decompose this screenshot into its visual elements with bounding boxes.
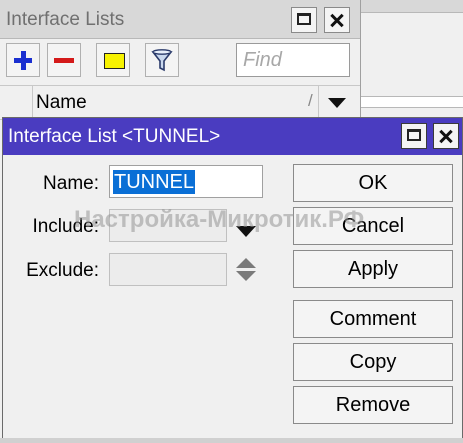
copy-button[interactable]: Copy — [293, 343, 453, 381]
interface-list-dialog: Interface List <TUNNEL> Name: TUNNEL Inc… — [2, 117, 463, 443]
add-button[interactable] — [6, 43, 40, 77]
exclude-dropdown[interactable] — [109, 253, 227, 286]
exclude-label: Exclude: — [26, 260, 99, 281]
apply-button[interactable]: Apply — [293, 250, 453, 288]
name-label: Name: — [43, 173, 99, 194]
chevron-down-icon — [328, 98, 346, 108]
ok-button[interactable]: OK — [293, 164, 453, 202]
background-list-edge — [361, 96, 463, 108]
comment-button[interactable] — [96, 43, 130, 77]
list-header: Name / — [0, 85, 360, 120]
maximize-icon — [407, 129, 421, 141]
dialog-title: Interface List <TUNNEL> — [8, 126, 221, 147]
dialog-titlebar[interactable]: Interface List <TUNNEL> — [3, 118, 462, 155]
background-window-edge — [361, 0, 463, 13]
bottom-edge — [0, 438, 463, 443]
plus-icon-stem — [21, 51, 26, 70]
minus-icon — [54, 58, 74, 63]
remove-button[interactable] — [47, 43, 81, 77]
name-input-value: TUNNEL — [113, 170, 196, 194]
arrow-down-icon — [236, 271, 256, 281]
dialog-close-button[interactable] — [433, 123, 459, 149]
name-input[interactable]: TUNNEL — [109, 165, 263, 198]
filter-icon — [151, 49, 173, 72]
remove-dialog-button[interactable]: Remove — [293, 386, 453, 424]
window-title: Interface Lists — [6, 9, 125, 30]
filter-button[interactable] — [145, 43, 179, 77]
window-titlebar[interactable]: Interface Lists — [0, 0, 360, 39]
close-icon — [434, 124, 458, 148]
column-menu-button[interactable] — [318, 86, 355, 119]
close-button[interactable] — [324, 7, 350, 33]
maximize-button[interactable] — [291, 7, 317, 33]
select-column-header[interactable] — [6, 86, 33, 119]
maximize-icon — [297, 13, 311, 25]
note-icon — [104, 53, 125, 69]
dialog-maximize-button[interactable] — [401, 123, 427, 149]
exclude-updown-control[interactable] — [236, 258, 256, 282]
watermark-text: Настройка-Микротик.РФ — [74, 206, 365, 233]
comment-dialog-button[interactable]: Comment — [293, 300, 453, 338]
arrow-up-icon — [236, 258, 256, 268]
find-input[interactable] — [236, 43, 350, 77]
close-icon — [325, 8, 349, 32]
column-header-name[interactable]: Name — [36, 92, 87, 114]
column-resize-mark: / — [308, 91, 313, 110]
